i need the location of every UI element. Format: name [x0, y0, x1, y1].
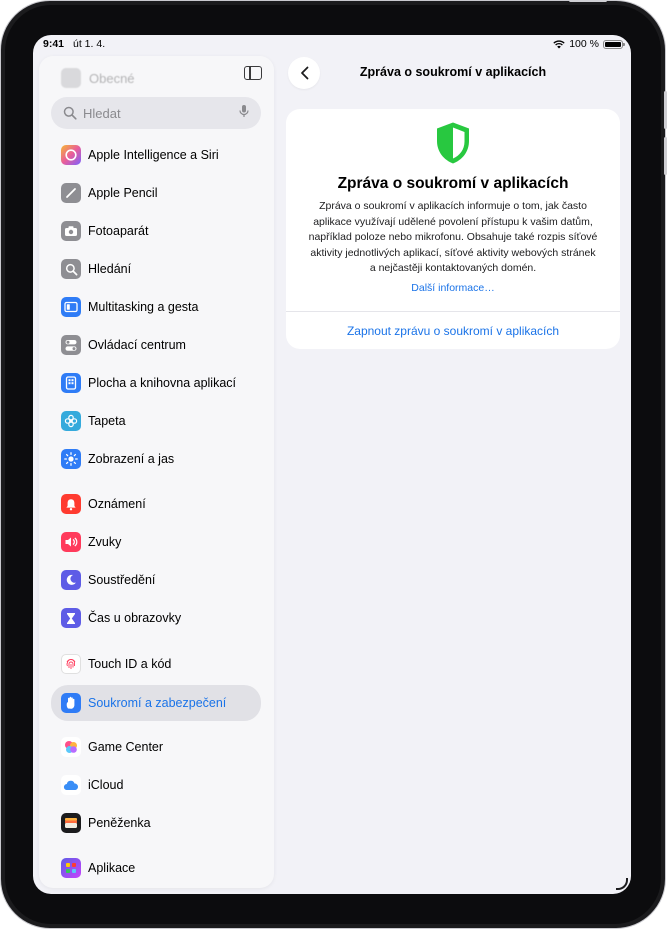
sidebar-item-apple-pencil[interactable]: Apple Pencil: [51, 176, 261, 210]
card-description: Zpráva o soukromí v aplikacích informuje…: [306, 199, 600, 277]
turn-on-report-button[interactable]: Zapnout zprávu o soukromí v aplikacích: [286, 324, 620, 338]
game-center-icon: [61, 737, 81, 757]
top-button[interactable]: [569, 0, 607, 2]
microphone-icon[interactable]: [239, 104, 249, 123]
sidebar-item-label: Oznámení: [88, 497, 146, 511]
pencil-icon: [61, 183, 81, 203]
sidebar-item-sounds[interactable]: Zvuky: [51, 525, 261, 559]
sidebar-item-search[interactable]: Hledání: [51, 252, 261, 286]
page-title: Zpráva o soukromí v aplikacích: [359, 65, 547, 79]
sidebar-item-game-center[interactable]: Game Center: [51, 730, 261, 764]
sidebar-item-icloud[interactable]: iCloud: [51, 768, 261, 802]
sidebar-item-label: Čas u obrazovky: [88, 611, 182, 625]
volume-down-button[interactable]: [664, 137, 667, 175]
sidebar-item-display[interactable]: Zobrazení a jas: [51, 442, 261, 476]
bell-icon: [61, 494, 81, 514]
sidebar-item-apple-intelligence[interactable]: Apple Intelligence a Siri: [51, 138, 261, 172]
status-time: 9:41: [43, 38, 65, 50]
camera-icon: [61, 221, 81, 241]
multitasking-icon: [61, 297, 81, 317]
back-button[interactable]: [288, 57, 320, 89]
sidebar-item-label: Apple Intelligence a Siri: [88, 148, 219, 162]
home-screen-icon: [61, 373, 81, 393]
sidebar-item-label: Hledání: [88, 262, 132, 276]
sidebar-item-privacy[interactable]: Soukromí a zabezpečení: [51, 685, 261, 721]
sidebar-item-label: Obecné: [89, 70, 135, 86]
volume-up-button[interactable]: [664, 91, 667, 129]
battery-icon: [603, 39, 625, 49]
search-input[interactable]: Hledat: [83, 106, 239, 121]
cloud-icon: [61, 775, 81, 795]
card-description-line: Zpráva o soukromí v aplikacích informuje…: [319, 200, 587, 212]
divider: [286, 311, 620, 312]
sidebar-item-apps[interactable]: Aplikace: [51, 851, 261, 885]
sidebar-item-label: Soukromí a zabezpečení: [88, 696, 227, 710]
sidebar-item-focus[interactable]: Soustředění: [51, 563, 261, 597]
hand-icon: [61, 693, 81, 713]
sidebar-item-label: Soustředění: [88, 573, 156, 587]
sidebar-item-wallpaper[interactable]: Tapeta: [51, 404, 261, 438]
resize-corner-indicator: [616, 878, 628, 890]
screen: 9:41 út 1. 4. 100 % Obecné Hledat Apple …: [33, 35, 631, 894]
toggles-icon: [61, 335, 81, 355]
learn-more-link[interactable]: Další informace…: [286, 282, 620, 294]
apps-grid-icon: [61, 858, 81, 878]
status-date: út 1. 4.: [73, 38, 106, 50]
fingerprint-icon: [61, 654, 81, 674]
status-right: 100 %: [553, 38, 625, 50]
sparkle-icon: [61, 145, 81, 165]
card-description-line: aktivity jednotlivých aplikací, síťové a…: [310, 246, 596, 259]
sidebar-item-label: Zobrazení a jas: [88, 452, 175, 466]
chevron-left-icon: [300, 66, 308, 80]
sidebar-item-screen-time[interactable]: Čas u obrazovky: [51, 601, 261, 635]
sidebar-item-label: Aplikace: [88, 861, 136, 875]
card-description-line: například poloze nebo mikrofonu. Obsahuj…: [308, 231, 598, 243]
card-description-line: aplikace využívají udělené povolení přís…: [313, 215, 593, 228]
sidebar-item-home-screen[interactable]: Plocha a knihovna aplikací: [51, 366, 261, 400]
sidebar-item-multitasking[interactable]: Multitasking a gesta: [51, 290, 261, 324]
sidebar-item-label: Peněženka: [88, 816, 151, 830]
gear-icon: [61, 68, 81, 88]
search-field[interactable]: Hledat: [51, 97, 261, 129]
privacy-report-card: Zpráva o soukromí v aplikacích Zpráva o …: [286, 109, 620, 349]
hourglass-icon: [61, 608, 81, 628]
sidebar-item-label: Zvuky: [88, 535, 122, 549]
sidebar-item-label: Ovládací centrum: [88, 338, 186, 352]
sidebar-item-label: Plocha a knihovna aplikací: [88, 376, 237, 390]
sidebar-item-control-center[interactable]: Ovládací centrum: [51, 328, 261, 362]
speaker-icon: [61, 532, 81, 552]
search-icon: [61, 259, 81, 279]
sidebar-item-label: iCloud: [88, 778, 124, 792]
battery-percent: 100 %: [569, 38, 599, 50]
sidebar-item-label: Multitasking a gesta: [88, 300, 199, 314]
flower-icon: [61, 411, 81, 431]
sidebar-item-faded[interactable]: Obecné: [61, 68, 135, 88]
sidebar-item-label: Game Center: [88, 740, 164, 754]
shield-icon: [434, 121, 472, 170]
moon-icon: [61, 570, 81, 590]
wifi-icon: [553, 39, 565, 48]
card-heading: Zpráva o soukromí v aplikacích: [337, 175, 569, 192]
sidebar-item-label: Touch ID a kód: [88, 657, 172, 671]
wallet-icon: [61, 813, 81, 833]
sidebar-item-touch-id[interactable]: Touch ID a kód: [51, 647, 261, 681]
sidebar-item-label: Fotoaparát: [88, 224, 149, 238]
sidebar-item-wallet[interactable]: Peněženka: [51, 806, 261, 840]
sidebar-item-label: Apple Pencil: [88, 186, 158, 200]
status-bar: 9:41 út 1. 4. 100 %: [33, 35, 631, 53]
card-description-line: a nejčastěji kontaktovaných domén.: [369, 262, 537, 274]
sun-icon: [61, 449, 81, 469]
sidebar: Obecné Hledat Apple Intelligence a Siri: [39, 56, 274, 888]
sidebar-item-notifications[interactable]: Oznámení: [51, 487, 261, 521]
sidebar-toggle-icon[interactable]: [244, 66, 262, 80]
sidebar-item-label: Tapeta: [88, 414, 126, 428]
search-icon: [63, 106, 77, 120]
sidebar-item-camera[interactable]: Fotoaparát: [51, 214, 261, 248]
